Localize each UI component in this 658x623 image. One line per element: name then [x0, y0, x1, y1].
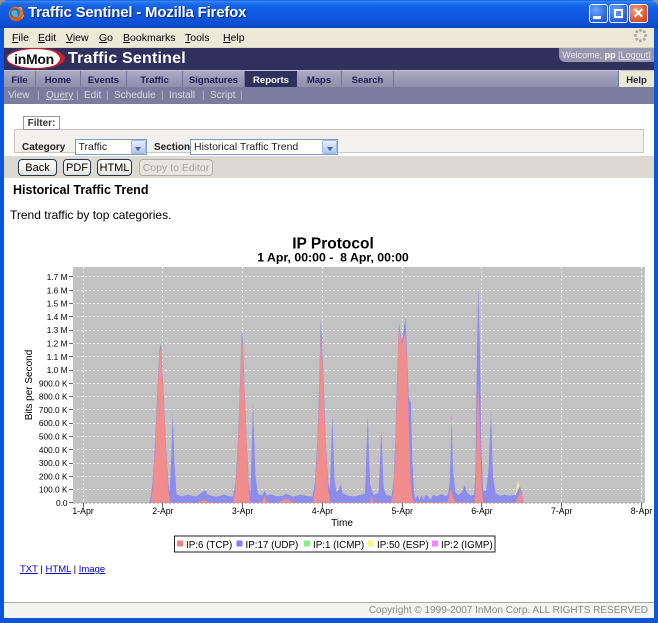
svg-text:IP:17 (UDP): IP:17 (UDP) — [246, 540, 299, 551]
svg-text:1.2 M: 1.2 M — [47, 339, 68, 349]
svg-text:inMon: inMon — [14, 51, 54, 67]
svg-text:2-Apr: 2-Apr — [152, 506, 173, 516]
svg-text:Bits per Second: Bits per Second — [24, 350, 35, 421]
svg-text:8-Apr: 8-Apr — [631, 506, 652, 516]
svg-text:400.0 K: 400.0 K — [39, 445, 68, 455]
svg-text:300.0 K: 300.0 K — [39, 458, 68, 468]
svg-text:IP:50 (ESP): IP:50 (ESP) — [377, 540, 429, 551]
svg-text:1.0 M: 1.0 M — [47, 365, 68, 375]
svg-text:700.0 K: 700.0 K — [39, 405, 68, 415]
svg-text:800.0 K: 800.0 K — [39, 392, 68, 402]
svg-text:0.0: 0.0 — [56, 498, 68, 508]
svg-text:7-Apr: 7-Apr — [551, 506, 572, 516]
svg-text:6-Apr: 6-Apr — [471, 506, 492, 516]
svg-text:200.0 K: 200.0 K — [39, 471, 68, 481]
svg-text:100.0 K: 100.0 K — [39, 485, 68, 495]
svg-text:600.0 K: 600.0 K — [39, 418, 68, 428]
svg-text:1.5 M: 1.5 M — [47, 299, 68, 309]
svg-text:5-Apr: 5-Apr — [391, 506, 412, 516]
svg-text:1-Apr: 1-Apr — [72, 506, 93, 516]
svg-text:IP:1 (ICMP): IP:1 (ICMP) — [313, 540, 364, 551]
svg-text:IP:6 (TCP): IP:6 (TCP) — [186, 540, 232, 551]
svg-text:1.1 M: 1.1 M — [47, 352, 68, 362]
svg-text:1.3 M: 1.3 M — [47, 325, 68, 335]
svg-text:1.7 M: 1.7 M — [47, 272, 68, 282]
svg-text:500.0 K: 500.0 K — [39, 432, 68, 442]
svg-text:1.4 M: 1.4 M — [47, 312, 68, 322]
svg-text:900.0 K: 900.0 K — [39, 378, 68, 388]
svg-text:IP:2 (IGMP): IP:2 (IGMP) — [441, 540, 493, 551]
svg-text:Time: Time — [331, 518, 353, 529]
svg-text:4-Apr: 4-Apr — [312, 506, 333, 516]
svg-text:1 Apr, 00:00 - 8 Apr, 00:00: 1 Apr, 00:00 - 8 Apr, 00:00 — [257, 251, 409, 265]
svg-text:3-Apr: 3-Apr — [232, 506, 253, 516]
svg-text:1.6 M: 1.6 M — [47, 285, 68, 295]
